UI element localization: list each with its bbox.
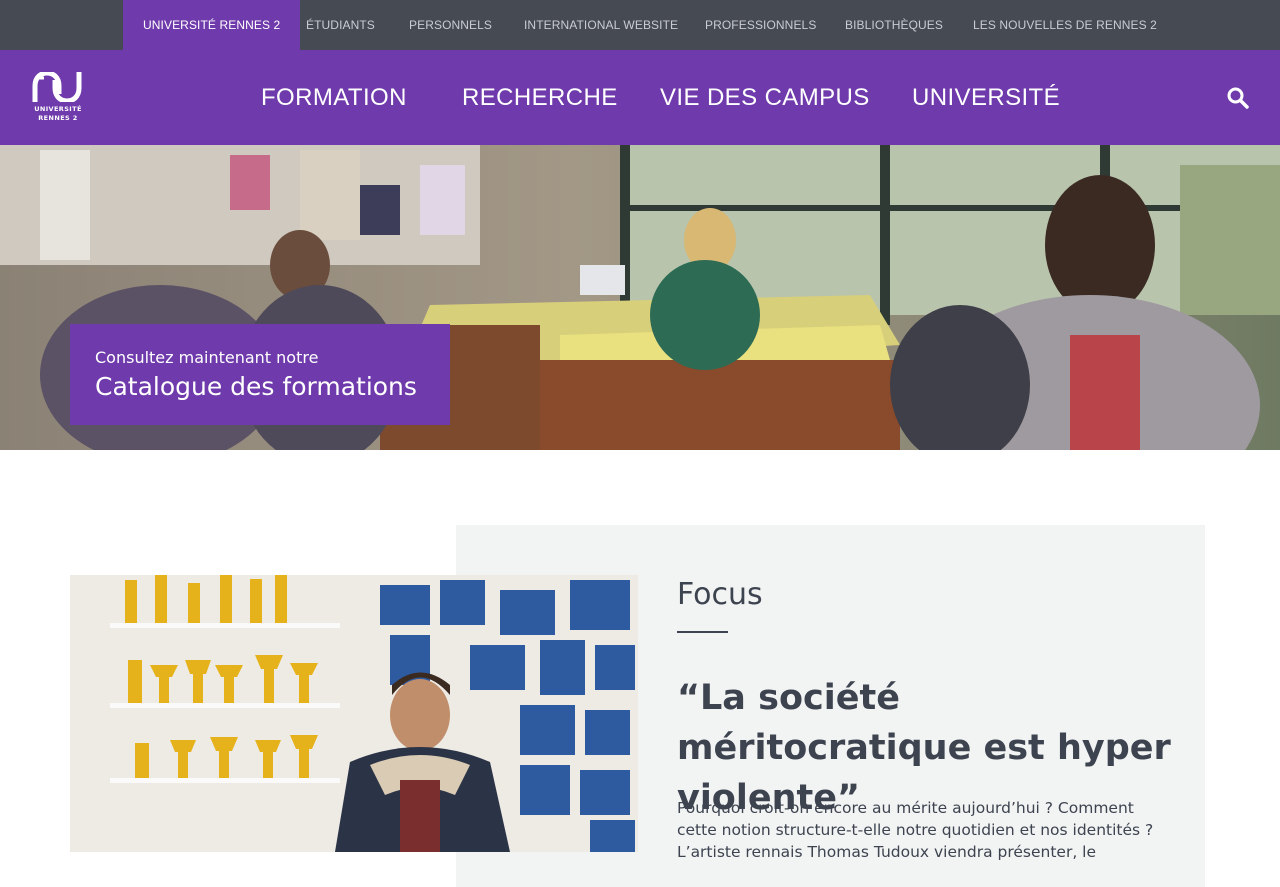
utility-link-etudiants[interactable]: ÉTUDIANTS <box>306 0 375 50</box>
focus-image[interactable] <box>70 575 638 852</box>
focus-article-excerpt: Pourquoi croit-on encore au mérite aujou… <box>677 799 1154 861</box>
search-icon <box>1227 87 1249 109</box>
utility-link-nouvelles[interactable]: LES NOUVELLES DE RENNES 2 <box>973 0 1157 50</box>
nav-vie-des-campus[interactable]: VIE DES CAMPUS <box>660 50 870 145</box>
logo-text: UNIVERSITÉ RENNES 2 <box>32 105 84 122</box>
utility-link-professionnels[interactable]: PROFESSIONNELS <box>705 0 816 50</box>
university-logo[interactable]: UNIVERSITÉ RENNES 2 <box>32 72 84 124</box>
focus-label: Focus <box>677 577 763 612</box>
utility-link-personnels[interactable]: PERSONNELS <box>409 0 492 50</box>
focus-photo <box>70 575 638 852</box>
logo-line-2: RENNES 2 <box>38 113 78 122</box>
logo-mark-icon <box>32 72 82 102</box>
main-header: UNIVERSITÉ RENNES 2 FORMATION RECHERCHE … <box>0 50 1280 145</box>
catalogue-cta-subtitle: Consultez maintenant notre <box>95 348 319 367</box>
catalogue-cta-title: Catalogue des formations <box>95 372 417 401</box>
utility-nav: UNIVERSITÉ RENNES 2 ÉTUDIANTS PERSONNELS… <box>0 0 1280 50</box>
hero-banner: Consultez maintenant notre Catalogue des… <box>0 145 1280 450</box>
search-button[interactable] <box>1226 86 1250 110</box>
catalogue-cta[interactable]: Consultez maintenant notre Catalogue des… <box>70 324 450 425</box>
nav-recherche[interactable]: RECHERCHE <box>462 50 618 145</box>
utility-link-universite-rennes-2[interactable]: UNIVERSITÉ RENNES 2 <box>123 0 301 50</box>
nav-universite[interactable]: UNIVERSITÉ <box>912 50 1060 145</box>
focus-divider <box>677 631 728 633</box>
utility-link-bibliotheques[interactable]: BIBLIOTHÈQUES <box>845 0 943 50</box>
nav-formation[interactable]: FORMATION <box>261 50 407 145</box>
logo-line-1: UNIVERSITÉ <box>34 105 82 113</box>
utility-link-international-website[interactable]: INTERNATIONAL WEBSITE <box>524 0 678 50</box>
